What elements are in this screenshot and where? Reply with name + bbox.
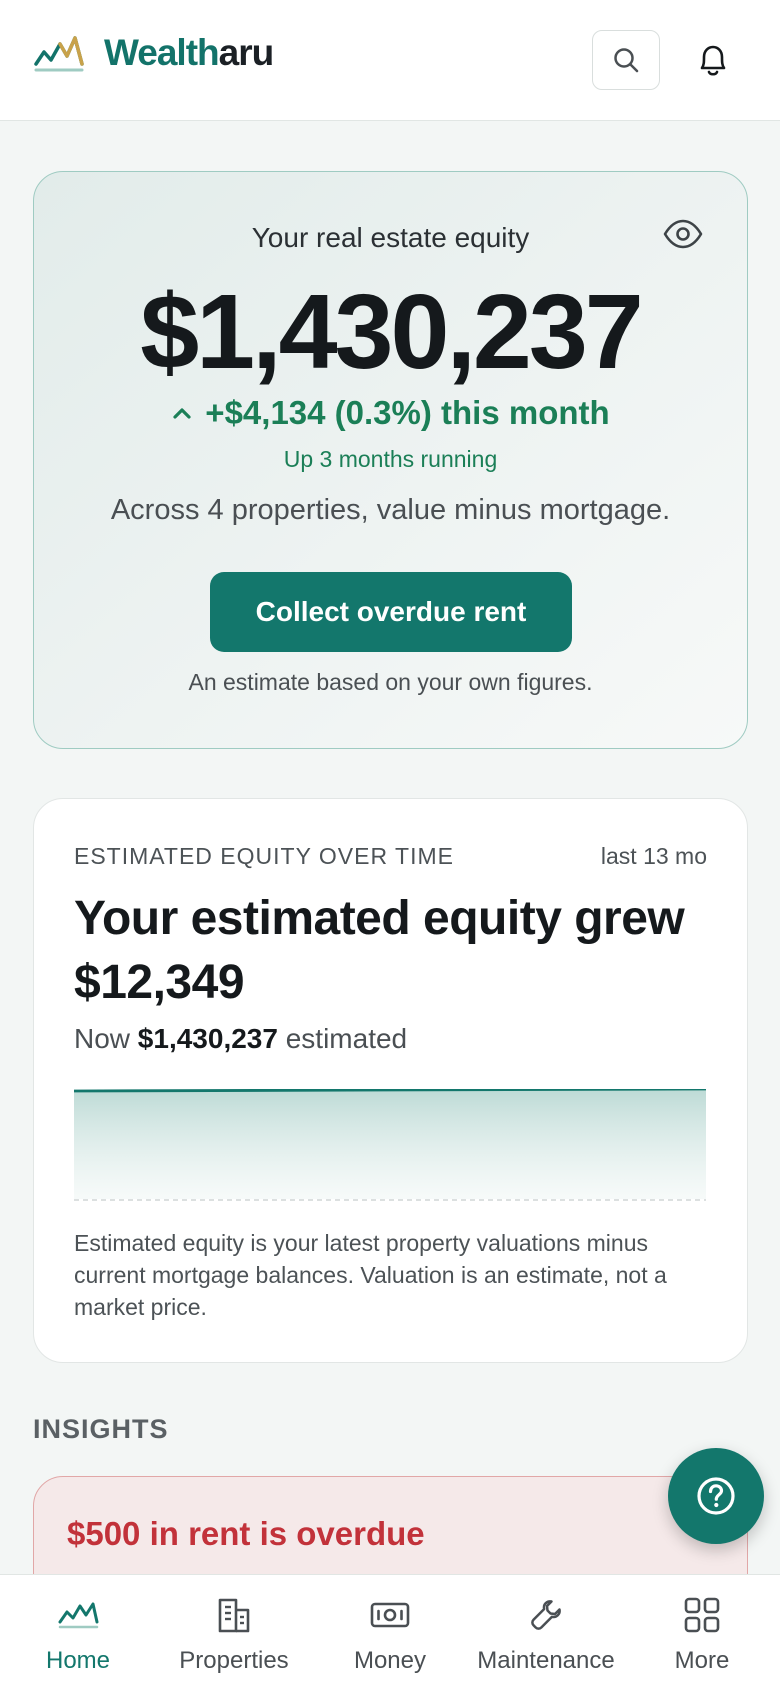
- nav-label-maintenance: Maintenance: [477, 1647, 615, 1674]
- current-equity-line: Now $1,430,237 estimated: [74, 1023, 407, 1055]
- equity-amount: $1,430,237: [140, 273, 644, 391]
- grid-icon: [684, 1597, 720, 1633]
- notifications-button[interactable]: [680, 30, 746, 90]
- nav-label-home: Home: [45, 1647, 111, 1674]
- nav-label-more: More: [674, 1647, 730, 1674]
- collect-overdue-rent-button[interactable]: Collect overdue rent: [210, 572, 572, 652]
- current-equity-prefix: Now: [74, 1023, 131, 1054]
- search-icon: [614, 48, 639, 73]
- overdue-rent-title: $500 in rent is overdue: [67, 1515, 425, 1552]
- equity-growth-headline: Your estimated equity grew $12,349: [74, 892, 685, 1009]
- wrench-icon: [531, 1600, 561, 1630]
- current-equity-value: $1,430,237: [137, 1023, 278, 1054]
- brand-name[interactable]: Wealtharu: [104, 30, 275, 76]
- building-icon: [218, 1598, 250, 1633]
- nav-item-more[interactable]: More: [624, 1575, 780, 1688]
- equity-over-time-card[interactable]: ESTIMATED EQUITY OVER TIME last 13 mo Yo…: [33, 798, 748, 1363]
- help-icon: [697, 1477, 735, 1515]
- bell-icon: [700, 45, 726, 76]
- bottom-navigation: Home Properties Money Maintenance More: [0, 1574, 780, 1688]
- equity-label: Your real estate equity: [251, 222, 530, 253]
- equity-card-overline: ESTIMATED EQUITY OVER TIME: [74, 843, 454, 869]
- equity-sparkline-chart: [74, 1089, 706, 1201]
- insights-heading: INSIGHTS: [33, 1414, 169, 1444]
- app-header: Wealtharu: [0, 0, 780, 121]
- equity-footnote: Estimated equity is your latest property…: [74, 1230, 667, 1320]
- growth-streak: Up 3 months running: [283, 446, 498, 472]
- nav-item-properties[interactable]: Properties: [156, 1575, 312, 1688]
- trend-icon: [58, 1602, 99, 1629]
- nav-item-money[interactable]: Money: [312, 1575, 468, 1688]
- nav-item-home[interactable]: Home: [0, 1575, 156, 1688]
- estimate-note: An estimate based on your own figures.: [188, 669, 593, 695]
- current-equity-suffix: estimated: [285, 1023, 408, 1054]
- equity-line: [74, 1089, 706, 1093]
- search-button[interactable]: [592, 30, 660, 90]
- mountain-trend-logo-icon: [34, 36, 84, 72]
- brand-name-part1: Wealth: [104, 32, 220, 73]
- monthly-change: +$4,134 (0.3%) this month: [34, 394, 747, 432]
- equity-area: [74, 1089, 706, 1199]
- equity-summary-card: Your real estate equity $1,430,237 +$4,1…: [33, 171, 748, 749]
- banknote-icon: [370, 1602, 410, 1628]
- equity-description: Across 4 properties, value minus mortgag…: [110, 494, 671, 526]
- brand-name-part2: aru: [218, 32, 275, 73]
- nav-label-properties: Properties: [179, 1647, 289, 1674]
- help-button[interactable]: [668, 1448, 764, 1544]
- nav-label-money: Money: [353, 1647, 427, 1674]
- chevron-up-icon: [173, 408, 191, 419]
- time-range-label: last 13 mo: [600, 843, 707, 869]
- nav-item-maintenance[interactable]: Maintenance: [468, 1575, 624, 1688]
- monthly-change-text: +$4,134 (0.3%) this month: [205, 394, 610, 431]
